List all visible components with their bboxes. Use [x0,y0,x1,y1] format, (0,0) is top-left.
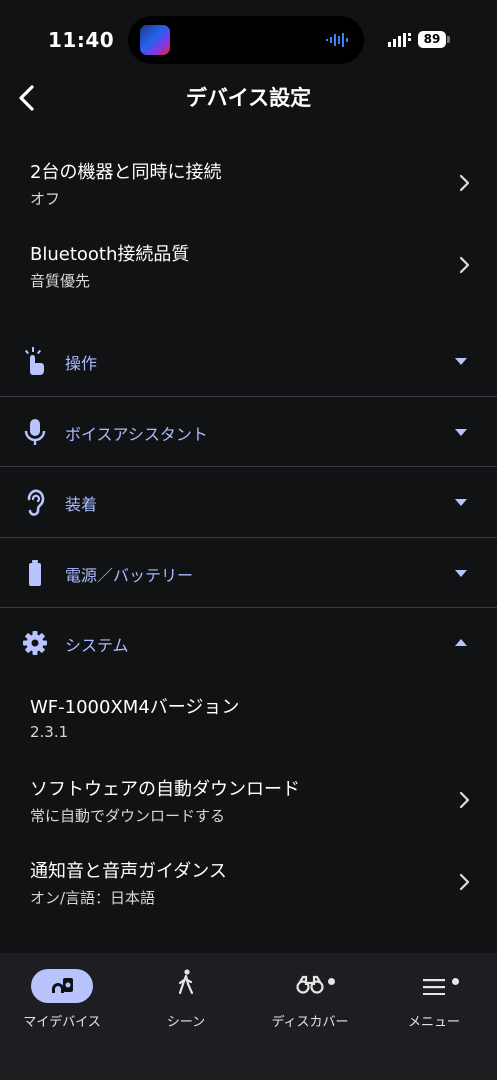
microphone-icon [24,419,46,445]
section-power-battery[interactable]: 電源／バッテリー [0,538,497,608]
tab-label: シーン [166,1015,206,1030]
tab-label: ディスカバー [271,1015,349,1030]
notification-badge [452,978,459,985]
status-time: 11:40 [48,28,115,52]
battery-level: 89 [418,31,446,48]
tab-scene[interactable]: シーン [124,953,248,1053]
bluetooth-quality-row[interactable]: Bluetooth接続品質 音質優先 [0,222,497,302]
caret-down-icon [455,570,467,577]
chevron-right-icon [459,873,470,891]
page-title: デバイス設定 [185,86,312,110]
walking-icon [178,969,194,995]
row-subtitle: オン/言語：日本語 [30,889,156,907]
firmware-version-row: WF-1000XM4バージョン 2.3.1 [0,675,497,755]
dual-connection-row[interactable]: 2台の機器と同時に接続 オフ [0,140,497,220]
chevron-right-icon [459,174,470,192]
now-playing-artwork [140,25,170,55]
battery-icon [29,560,41,586]
section-label: ボイスアシスタント [65,425,208,444]
section-system[interactable]: システム [0,608,497,678]
section-wearing[interactable]: 装着 [0,467,497,537]
caret-down-icon [455,358,467,365]
header: デバイス設定 [0,70,497,126]
row-subtitle: 音質優先 [30,272,91,290]
section-label: 操作 [65,354,98,373]
gear-icon [23,631,47,655]
section-label: 電源／バッテリー [65,566,194,585]
bottom-tab-bar: マイデバイス シーン ディスカバー メニュー [0,953,497,1080]
my-device-icon [52,978,73,993]
section-voice-assistant[interactable]: ボイスアシスタント [0,397,497,467]
binoculars-icon [296,975,324,994]
row-title: Bluetooth接続品質 [30,244,190,265]
row-title: ソフトウェアの自動ダウンロード [30,779,300,800]
battery-tip [447,36,450,43]
row-title: 2台の機器と同時に接続 [30,162,222,183]
section-controls[interactable]: 操作 [0,326,497,396]
ear-icon [27,489,45,516]
status-bar: 11:40 89 [0,0,497,80]
section-label: システム [65,636,129,655]
tab-label: マイデバイス [23,1015,101,1030]
section-label: 装着 [65,495,98,514]
row-subtitle: 常に自動でダウンロードする [30,807,226,825]
row-subtitle: 2.3.1 [30,723,69,741]
audio-waveform-icon [326,33,348,47]
chevron-right-icon [459,256,470,274]
caret-up-icon [455,639,467,646]
tab-discover[interactable]: ディスカバー [248,953,372,1053]
chevron-right-icon [459,791,470,809]
row-title: 通知音と音声ガイダンス [30,861,227,882]
menu-icon [423,979,445,995]
row-subtitle: オフ [30,190,61,208]
notification-badge [328,978,335,985]
cellular-signal-icon [388,33,411,47]
notification-sound-row[interactable]: 通知音と音声ガイダンス オン/言語：日本語 [0,839,497,919]
dynamic-island [128,16,364,64]
tab-label: メニュー [407,1015,460,1030]
caret-down-icon [455,429,467,436]
tab-my-device[interactable]: マイデバイス [0,953,124,1053]
caret-down-icon [455,499,467,506]
tab-menu[interactable]: メニュー [372,953,496,1053]
tap-icon [24,347,44,375]
row-title: WF-1000XM4バージョン [30,697,240,718]
auto-download-row[interactable]: ソフトウェアの自動ダウンロード 常に自動でダウンロードする [0,757,497,837]
